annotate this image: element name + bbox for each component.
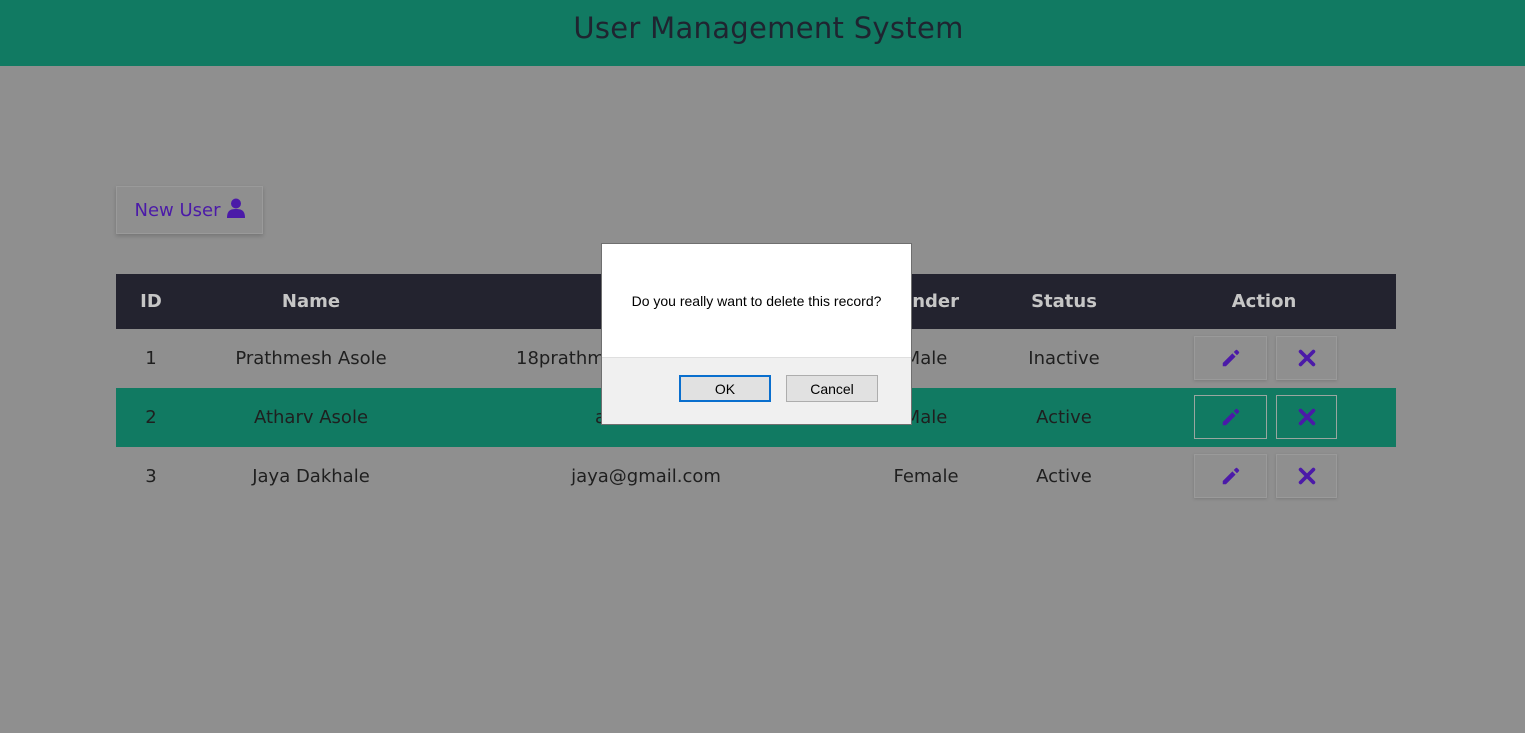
close-icon (1298, 408, 1315, 426)
pencil-icon (1222, 467, 1239, 485)
delete-button[interactable] (1276, 454, 1337, 498)
cell-id: 2 (145, 407, 157, 428)
pencil-icon (1222, 408, 1239, 426)
cell-email: jaya@gmail.com (571, 466, 721, 487)
app-header: User Management System (0, 0, 1525, 66)
cell-status: Active (1036, 407, 1092, 428)
cell-status: Inactive (1028, 348, 1100, 369)
close-icon (1298, 467, 1315, 485)
column-header-name: Name (281, 291, 341, 312)
edit-button[interactable] (1194, 395, 1267, 439)
new-user-button[interactable]: New User (116, 186, 263, 234)
page-title: User Management System (573, 11, 964, 45)
new-user-label: New User (134, 199, 221, 221)
column-header-action: Action (1231, 291, 1297, 312)
column-header-status: Status (1031, 291, 1097, 312)
cell-name: Atharv Asole (253, 407, 369, 428)
delete-button[interactable] (1276, 336, 1337, 380)
ok-button[interactable]: OK (679, 375, 771, 402)
cell-name: Prathmesh Asole (235, 348, 387, 369)
user-icon (226, 198, 245, 223)
cell-id: 3 (145, 466, 157, 487)
edit-button[interactable] (1194, 336, 1267, 380)
cancel-button[interactable]: Cancel (786, 375, 878, 402)
edit-button[interactable] (1194, 454, 1267, 498)
cell-gender: Female (893, 466, 959, 487)
cell-name: Jaya Dakhale (252, 466, 370, 487)
delete-button[interactable] (1276, 395, 1337, 439)
confirm-dialog: Do you really want to delete this record… (601, 243, 912, 425)
cell-status: Active (1036, 466, 1092, 487)
dialog-message: Do you really want to delete this record… (631, 293, 882, 309)
close-icon (1298, 349, 1315, 367)
table-row: 3 Jaya Dakhale jaya@gmail.com Female Act… (116, 447, 1396, 506)
column-header-id: ID (140, 291, 162, 312)
pencil-icon (1222, 349, 1239, 367)
dialog-body: Do you really want to delete this record… (602, 244, 911, 358)
cell-id: 1 (145, 348, 157, 369)
